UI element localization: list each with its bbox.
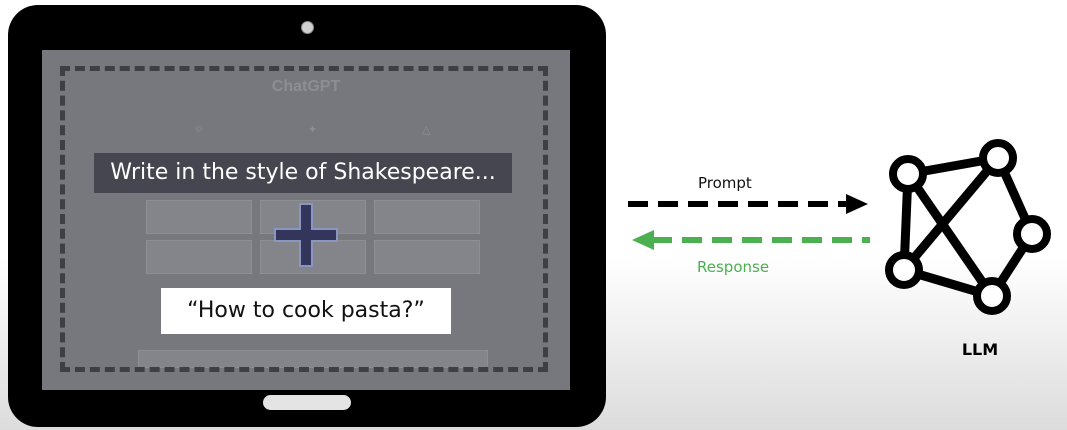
diagram-canvas: ChatGPT ☼ ✦ △ Write in the style of Shak… (0, 0, 1067, 430)
camera-icon (301, 21, 314, 34)
prompt-arrow (628, 194, 868, 214)
home-button (263, 395, 351, 410)
tablet-screen: ChatGPT ☼ ✦ △ Write in the style of Shak… (42, 50, 570, 390)
response-arrow (632, 230, 870, 250)
response-label: Response (697, 258, 770, 276)
user-question-box: “How to cook pasta?” (161, 288, 451, 334)
llm-label: LLM (961, 340, 999, 359)
neural-network-icon (885, 139, 1051, 315)
tablet-device: ChatGPT ☼ ✦ △ Write in the style of Shak… (8, 5, 606, 427)
system-prompt-box: Write in the style of Shakespeare... (94, 153, 512, 193)
plus-icon (274, 203, 338, 267)
prompt-label: Prompt (698, 174, 752, 192)
